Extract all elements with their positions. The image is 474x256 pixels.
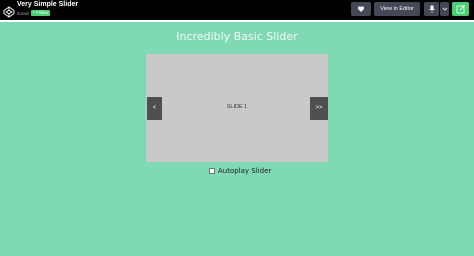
slider: SLIDE 1 < >> bbox=[146, 54, 328, 162]
heart-button[interactable] bbox=[351, 2, 371, 16]
pen-title: Very Simple Slider bbox=[17, 1, 79, 8]
view-in-editor-button[interactable]: View in Editor bbox=[374, 2, 420, 16]
codepen-logo-icon[interactable] bbox=[3, 3, 15, 18]
page-title: Incredibly Basic Slider bbox=[176, 30, 298, 43]
heart-icon bbox=[357, 6, 365, 12]
pin-options-button[interactable] bbox=[440, 2, 449, 16]
top-bar: Very Simple Slider zuraiz + Follow View … bbox=[0, 0, 474, 20]
autoplay-checkbox[interactable] bbox=[209, 168, 215, 174]
follow-button[interactable]: + Follow bbox=[31, 10, 50, 16]
next-slide-button[interactable]: >> bbox=[310, 97, 328, 120]
autoplay-label[interactable]: Autoplay Slider bbox=[218, 167, 271, 175]
previous-slide-button[interactable]: < bbox=[147, 97, 162, 120]
author-name[interactable]: zuraiz bbox=[17, 11, 29, 16]
edit-icon bbox=[456, 4, 465, 14]
edit-button[interactable] bbox=[452, 2, 469, 16]
pin-icon bbox=[429, 5, 434, 13]
pin-button[interactable] bbox=[424, 2, 439, 16]
header-divider bbox=[0, 20, 474, 22]
autoplay-control[interactable]: Autoplay Slider bbox=[209, 166, 271, 176]
chevron-down-icon bbox=[442, 7, 447, 11]
slide-label: SLIDE 1 bbox=[226, 104, 248, 110]
